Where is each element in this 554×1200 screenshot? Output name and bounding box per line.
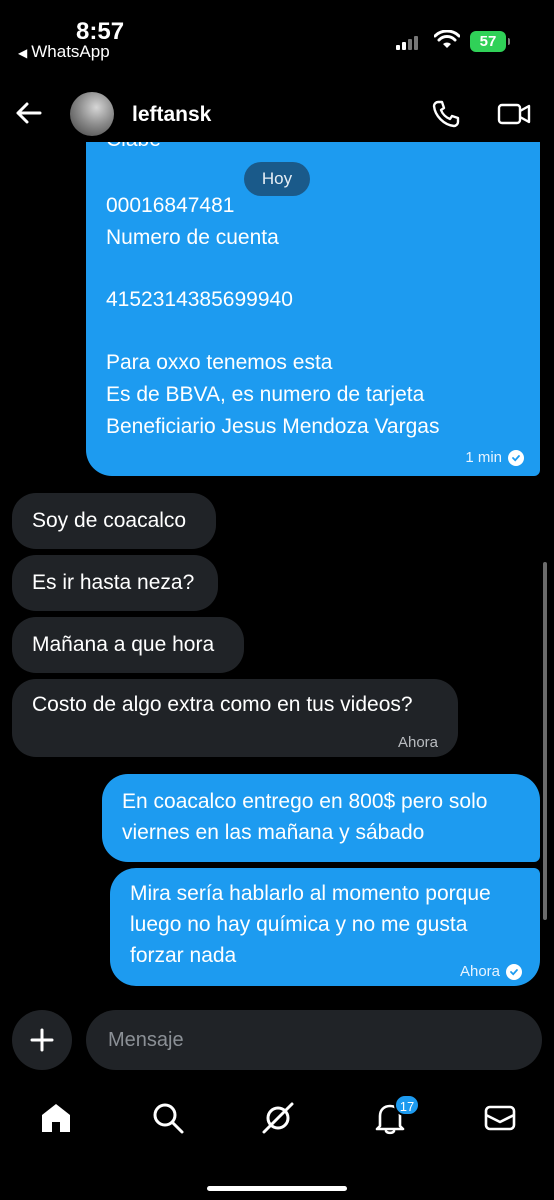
message-time: Ahora	[397, 734, 438, 751]
incoming-message[interactable]: Mañana a que hora	[12, 617, 244, 673]
incoming-message[interactable]: Soy de coacalco	[12, 493, 216, 549]
back-app-label: WhatsApp	[31, 42, 110, 61]
message-time: 1 min	[465, 449, 502, 466]
notifications-badge: 17	[394, 1094, 420, 1116]
signal-icon	[396, 36, 422, 50]
message-line: viernes en las mañana y sábado	[122, 821, 425, 844]
avatar[interactable]	[70, 92, 114, 136]
message-line: 00016847481	[106, 194, 235, 217]
mail-icon[interactable]	[482, 1100, 518, 1136]
message-input[interactable]	[86, 1010, 542, 1070]
message-text: Mañana a que hora	[32, 633, 215, 656]
contact-name[interactable]: leftansk	[132, 103, 211, 127]
search-icon[interactable]	[150, 1100, 186, 1136]
message-line: Beneficiario Jesus Mendoza Vargas	[106, 415, 440, 438]
message-text: Costo de algo extra como en tus videos?	[32, 693, 413, 716]
incoming-message[interactable]: Costo de algo extra como en tus videos? …	[12, 679, 458, 757]
read-check-icon	[506, 963, 522, 980]
status-bar: 8:57 ◀ WhatsApp 57	[0, 0, 554, 70]
message-line: Numero de cuenta	[106, 226, 279, 249]
scrollbar[interactable]	[543, 562, 547, 920]
message-line: Mira sería hablarlo al momento porque	[130, 882, 491, 905]
chat-header: leftansk	[0, 80, 554, 150]
message-meta: Ahora	[460, 956, 522, 987]
back-arrow-icon[interactable]	[12, 96, 46, 130]
message-text: Es ir hasta neza?	[32, 571, 195, 594]
wifi-icon	[434, 30, 460, 48]
read-check-icon	[508, 449, 524, 466]
message-line: luego no hay química y no me gusta	[130, 913, 468, 936]
plus-button[interactable]	[12, 1010, 72, 1070]
message-line: 4152314385699940	[106, 288, 293, 311]
message-time: Ahora	[459, 963, 500, 980]
battery-indicator: 57	[470, 31, 510, 52]
home-icon[interactable]	[38, 1100, 74, 1136]
message-line: En coacalco entrego en 800$ pero solo	[122, 790, 488, 813]
message-line: Es de BBVA, es numero de tarjeta	[106, 383, 425, 406]
cut-off-text: Clabe	[106, 142, 161, 155]
outgoing-message-bank-details[interactable]: Clabe 00016847481 Numero de cuenta 41523…	[86, 142, 540, 476]
back-to-app-link[interactable]: ◀ WhatsApp	[18, 42, 110, 62]
message-composer	[0, 1008, 554, 1074]
back-triangle-icon: ◀	[18, 46, 28, 60]
outgoing-message[interactable]: Mira sería hablarlo al momento porque lu…	[110, 868, 540, 986]
message-meta: 1 min	[465, 442, 524, 473]
outgoing-message[interactable]: En coacalco entrego en 800$ pero solo vi…	[102, 774, 540, 862]
grok-icon[interactable]	[260, 1100, 296, 1136]
message-line: Para oxxo tenemos esta	[106, 351, 333, 374]
bottom-navigation: 17	[0, 1084, 554, 1200]
message-text: Soy de coacalco	[32, 509, 187, 532]
incoming-message[interactable]: Es ir hasta neza?	[12, 555, 218, 611]
chat-thread[interactable]: Clabe 00016847481 Numero de cuenta 41523…	[0, 142, 554, 1002]
video-camera-icon[interactable]	[496, 98, 532, 130]
phone-icon[interactable]	[430, 98, 462, 130]
plus-icon	[30, 1028, 54, 1052]
date-separator: Hoy	[244, 162, 310, 196]
home-indicator	[207, 1186, 347, 1191]
